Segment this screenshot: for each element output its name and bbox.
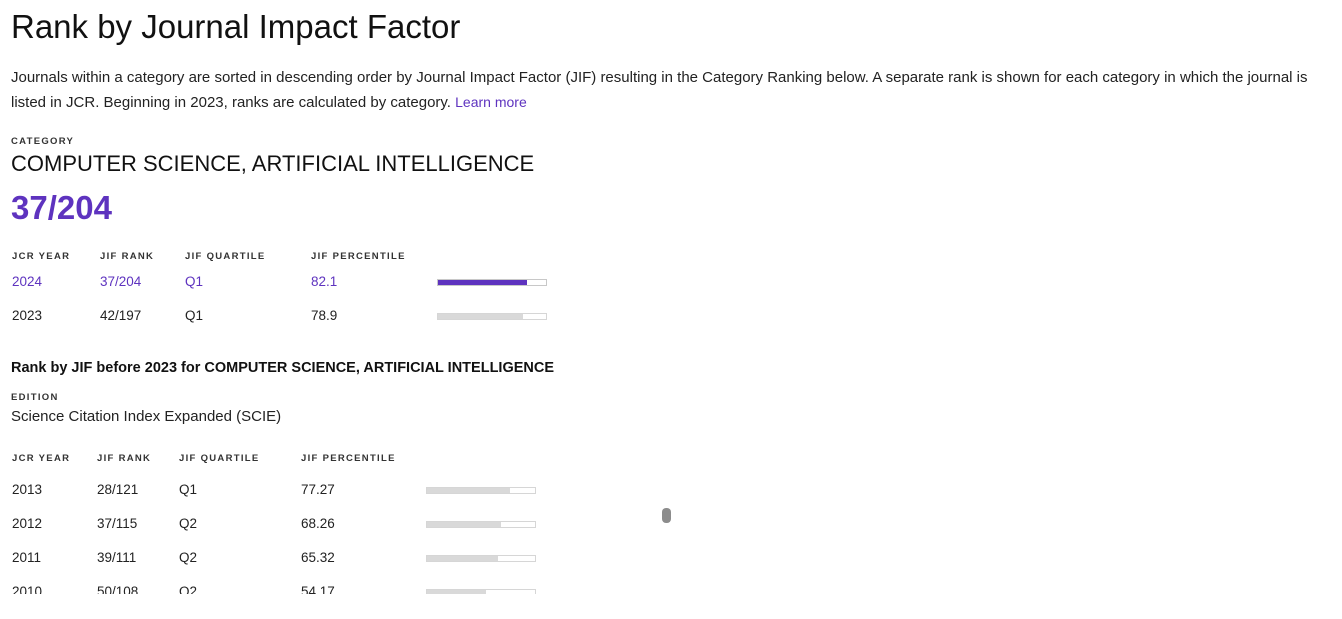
percentile-bar [437,313,547,320]
percentile-bar [426,521,536,528]
description-text: Journals within a category are sorted in… [11,69,1308,111]
row-percentile: 68.26 [301,516,335,531]
percentile-bar-fill [438,314,524,319]
row-quartile: Q2 [179,584,198,594]
col-header-jif-quartile: JIF QUARTILE [185,251,266,262]
col-header-jcr-year: JCR YEAR [12,251,71,262]
percentile-bar [426,555,536,562]
row-year: 2013 [12,482,43,497]
percentile-bar-fill [427,590,486,594]
percentile-bar [426,589,536,594]
row-year: 2012 [12,516,43,531]
row-percentile: 54.17 [301,584,335,594]
row-rank: 28/121 [97,482,139,497]
col-header-jif-rank: JIF RANK [100,251,155,262]
category-label: CATEGORY [11,136,75,147]
row-quartile: Q1 [185,308,204,323]
category-name: COMPUTER SCIENCE, ARTIFICIAL INTELLIGENC… [11,151,535,176]
row-percentile: 82.1 [311,274,338,289]
legacy-table-scroll-area[interactable]: 2013 28/121 Q1 77.27 2012 37/115 Q2 68.2… [0,470,700,594]
learn-more-link[interactable]: Learn more [455,94,527,110]
percentile-bar-fill [427,488,511,493]
col-header-jif-rank: JIF RANK [97,453,152,464]
col-header-jcr-year: JCR YEAR [12,453,71,464]
scrollbar-thumb[interactable] [662,508,671,523]
row-quartile: Q2 [179,516,198,531]
row-year: 2011 [12,550,42,565]
row-percentile: 65.32 [301,550,335,565]
row-rank: 50/108 [97,584,139,594]
col-header-jif-percentile: JIF PERCENTILE [311,251,406,262]
row-quartile: Q1 [185,274,204,289]
edition-name: Science Citation Index Expanded (SCIE) [11,408,282,425]
page-title: Rank by Journal Impact Factor [11,8,461,45]
row-year[interactable]: 2024 [12,274,42,289]
percentile-bar-fill [427,556,498,561]
col-header-jif-quartile: JIF QUARTILE [179,453,260,464]
page-description: Journals within a category are sorted in… [11,66,1333,115]
row-rank: 37/204 [100,274,142,289]
row-rank: 39/111 [97,550,137,565]
percentile-bar-fill [438,280,527,285]
row-quartile: Q1 [179,482,198,497]
row-rank: 42/197 [100,308,142,323]
row-rank: 37/115 [97,516,138,531]
row-percentile: 78.9 [311,308,338,323]
col-header-jif-percentile: JIF PERCENTILE [301,453,396,464]
current-rank: 37/204 [11,189,112,226]
row-quartile: Q2 [179,550,198,565]
row-percentile: 77.27 [301,482,335,497]
percentile-bar-fill [427,522,501,527]
legacy-rank-heading: Rank by JIF before 2023 for COMPUTER SCI… [11,360,555,376]
edition-label: EDITION [11,392,59,403]
percentile-bar [426,487,536,494]
percentile-bar [437,279,547,286]
row-year: 2010 [12,584,43,594]
row-year: 2023 [12,308,43,323]
